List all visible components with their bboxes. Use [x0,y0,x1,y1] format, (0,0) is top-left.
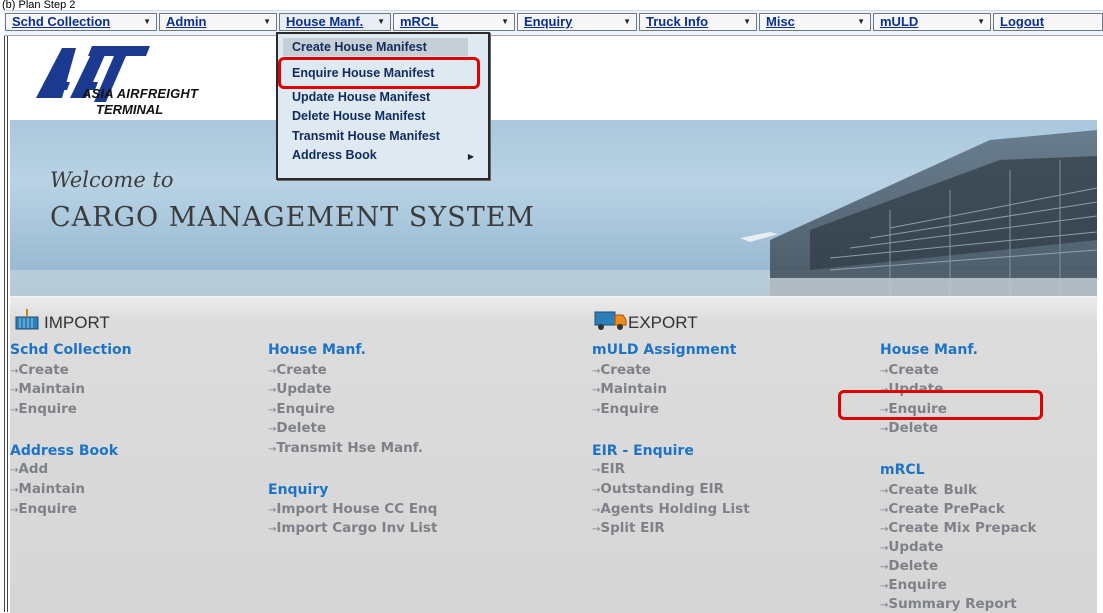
import-enquiry-head: Enquiry [268,482,329,498]
window-left-border [4,36,8,612]
menu-label: Enquiry [524,14,573,29]
menu-logout[interactable]: Logout [993,13,1103,31]
welcome-text: Welcome to [50,168,174,192]
import-house-create-link[interactable]: →Create [268,362,327,378]
import-house-transmit-link[interactable]: →Transmit Hse Manf. [268,440,423,456]
highlight-enquire-house-manifest [278,57,480,89]
export-mrcl-delete-link[interactable]: →Delete [880,558,938,574]
export-title: EXPORT [628,313,698,332]
import-address-head: Address Book [10,443,119,459]
export-mrcl-enquire-link[interactable]: →Enquire [880,577,947,593]
import-schd-create-link[interactable]: →Create [10,362,69,378]
menu-label: Admin [166,14,207,29]
menu-label: Misc [766,14,795,29]
menu-truck-info[interactable]: Truck Info ▼ [639,13,757,31]
menu-label: Logout [1000,14,1045,29]
menu-label: Truck Info [646,14,709,29]
export-muld-head: mULD Assignment [592,342,737,358]
system-title: CARGO MANAGEMENT SYSTEM [50,202,536,233]
dropdown-arrow-icon: ▼ [623,17,631,26]
export-eir-agents-link[interactable]: →Agents Holding List [592,501,750,517]
menu-admin[interactable]: Admin ▼ [159,13,277,31]
dd-address-book[interactable]: Address Book [292,148,377,162]
menu-label: House Manf. [286,14,364,29]
dropdown-arrow-icon: ▼ [143,17,151,26]
app-window: (b) Plan Step 2 Schd Collection ▼ Admin ▼ … [0,0,1103,613]
export-muld-create-link[interactable]: →Create [592,362,651,378]
import-address-add-link[interactable]: →Add [10,461,48,477]
import-house-delete-link[interactable]: →Delete [268,420,326,436]
header-logo-area [10,36,1097,120]
export-house-head: House Manf. [880,342,978,358]
import-container-icon [15,309,39,330]
dropdown-arrow-icon: ▼ [977,17,985,26]
menu-house-manf[interactable]: House Manf. ▼ [279,13,391,31]
export-eir-split-link[interactable]: →Split EIR [592,520,665,536]
import-schd-head: Schd Collection [10,342,132,358]
menu-enquiry[interactable]: Enquiry ▼ [517,13,637,31]
export-eir-link[interactable]: →EIR [592,461,625,477]
dd-delete-house-manifest[interactable]: Delete House Manifest [292,109,425,123]
menu-mrcl[interactable]: mRCL ▼ [393,13,515,31]
import-house-enquire-link[interactable]: →Enquire [268,401,335,417]
welcome-banner: Welcome to CARGO MANAGEMENT SYSTEM [10,120,1097,296]
logo-text-line2: TERMINAL [96,102,164,117]
import-house-head: House Manf. [268,342,366,358]
export-mrcl-summary-link[interactable]: →Summary Report [880,596,1017,612]
dd-transmit-house-manifest[interactable]: Transmit House Manifest [292,129,440,143]
house-manf-dropdown: Create House Manifest Enquire House Mani… [276,32,490,180]
export-mrcl-head: mRCL [880,462,925,478]
import-enquiry-inv-link[interactable]: →Import Cargo Inv List [268,520,437,536]
dd-create-house-manifest[interactable]: Create House Manifest [283,38,468,56]
dd-update-house-manifest[interactable]: Update House Manifest [292,90,430,104]
export-house-create-link[interactable]: →Create [880,362,939,378]
dropdown-arrow-icon: ▼ [377,17,385,26]
dropdown-arrow-icon: ▼ [263,17,271,26]
menu-label: Schd Collection [12,14,111,29]
export-mrcl-update-link[interactable]: →Update [880,539,943,555]
import-enquiry-cc-link[interactable]: →Import House CC Enq [268,501,437,517]
logo-text-line1: ASIA AIRFREIGHT [82,86,199,101]
dropdown-arrow-icon: ▼ [857,17,865,26]
export-mrcl-create-mix-link[interactable]: →Create Mix Prepack [880,520,1036,536]
menu-label: mULD [880,14,919,29]
import-address-enquire-link[interactable]: →Enquire [10,501,77,517]
menu-schd-collection[interactable]: Schd Collection ▼ [5,13,157,31]
export-muld-enquire-link[interactable]: →Enquire [592,401,659,417]
import-house-update-link[interactable]: →Update [268,381,331,397]
export-mrcl-create-bulk-link[interactable]: →Create Bulk [880,482,977,498]
menu-label: mRCL [400,14,439,29]
export-eir-outstanding-link[interactable]: →Outstanding EIR [592,481,724,497]
export-truck-icon [594,311,627,330]
export-mrcl-create-prepack-link[interactable]: →Create PrePack [880,501,1005,517]
import-schd-maintain-link[interactable]: →Maintain [10,381,85,397]
import-address-maintain-link[interactable]: →Maintain [10,481,85,497]
submenu-arrow-icon: ▶ [467,152,474,161]
export-house-delete-link[interactable]: →Delete [880,420,938,436]
import-title: IMPORT [44,313,110,332]
dropdown-arrow-icon: ▼ [743,17,751,26]
menu-muld[interactable]: mULD ▼ [873,13,991,31]
dropdown-arrow-icon: ▼ [501,17,509,26]
export-eir-head: EIR - Enquire [592,443,694,459]
highlight-export-enquire [838,390,1043,420]
export-muld-maintain-link[interactable]: →Maintain [592,381,667,397]
import-schd-enquire-link[interactable]: →Enquire [10,401,77,417]
menu-misc[interactable]: Misc ▼ [759,13,871,31]
top-menubar: Schd Collection ▼ Admin ▼ House Manf. ▼ mRC… [4,10,1103,36]
